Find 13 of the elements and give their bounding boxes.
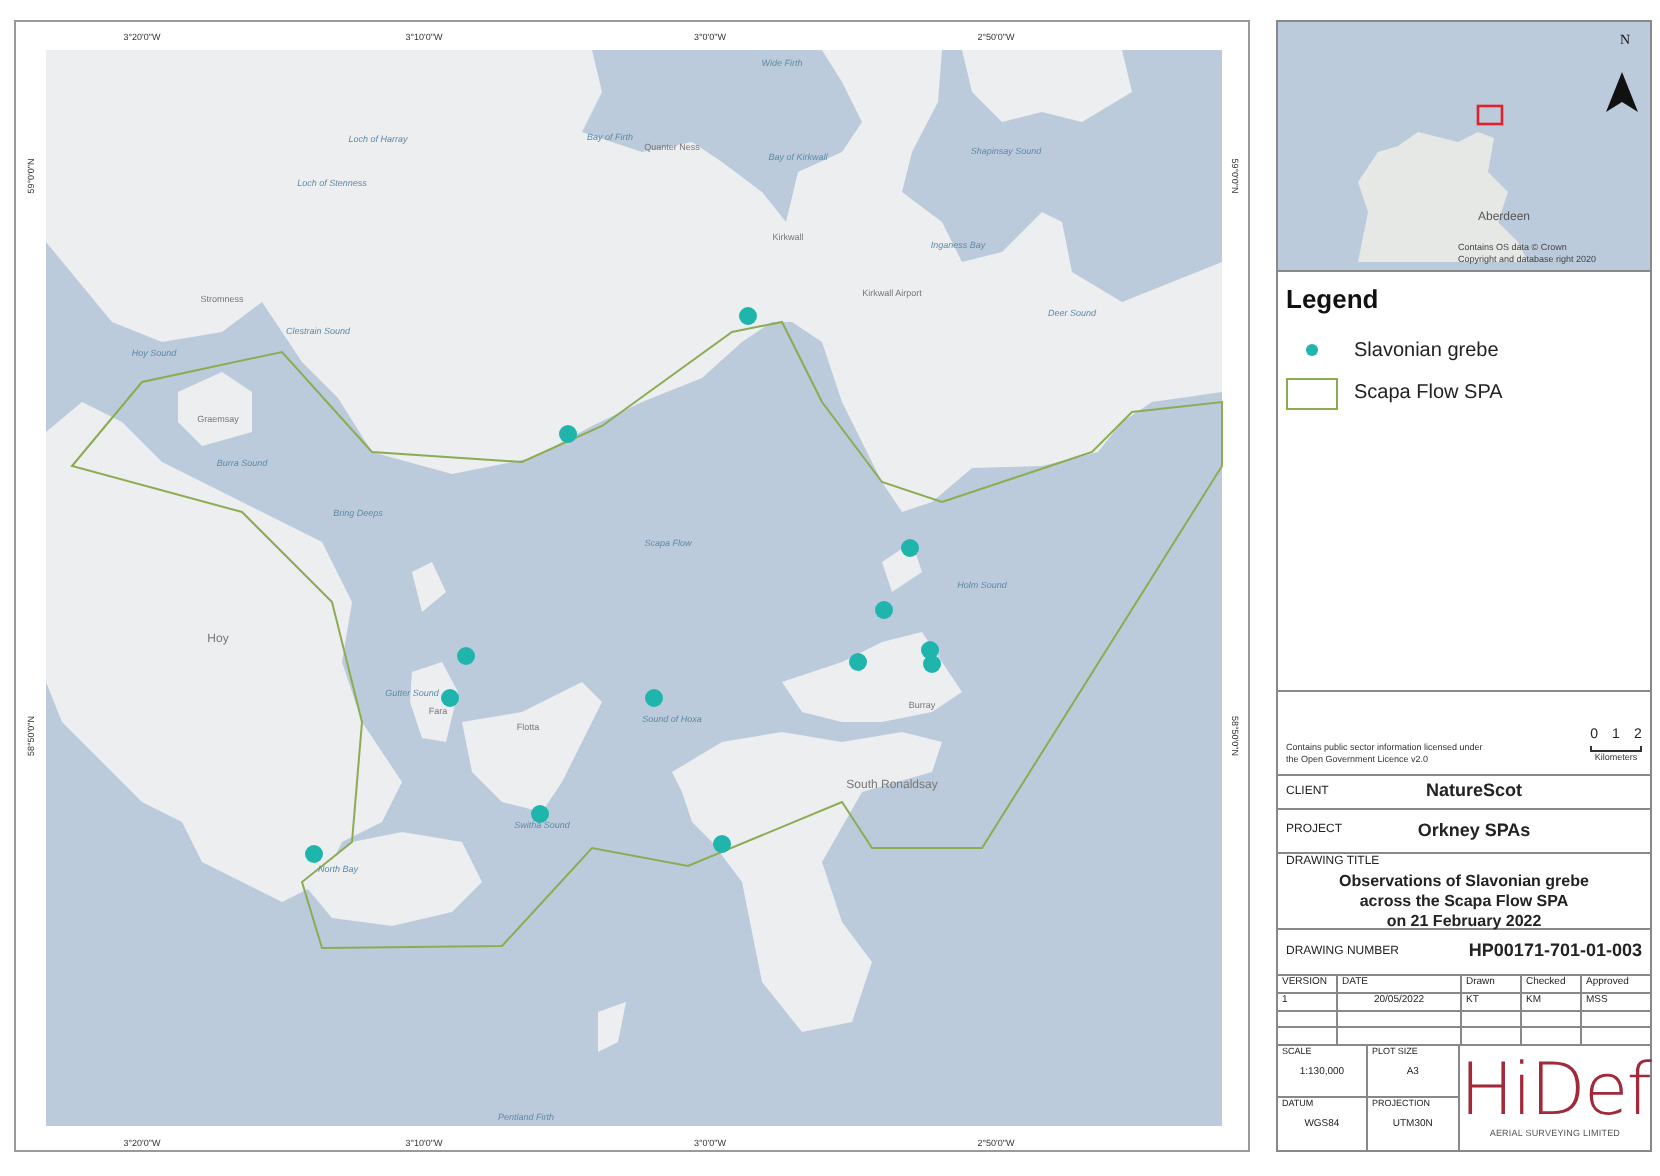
- drawing-title-line: across the Scapa Flow SPA: [1357, 892, 1571, 912]
- legend-label: Scapa Flow SPA: [1354, 380, 1503, 408]
- field-value: NatureScot: [1423, 778, 1524, 805]
- north-arrow-icon: [1606, 72, 1638, 112]
- legend-title: Legend: [1286, 282, 1381, 318]
- field-value: Orkney SPAs: [1415, 817, 1533, 844]
- drawing-number: HP00171-701-01-003: [1468, 938, 1642, 965]
- scale-bar: [1590, 746, 1642, 753]
- drawing-title-line: Observations of Slavonian grebe: [1337, 872, 1591, 892]
- location-marker: [1476, 104, 1504, 126]
- legend-label: Slavonian grebe: [1354, 337, 1499, 365]
- company-logo: HiDef: [1459, 1055, 1650, 1128]
- drawing-title-line: on 21 February 2022: [1384, 912, 1544, 932]
